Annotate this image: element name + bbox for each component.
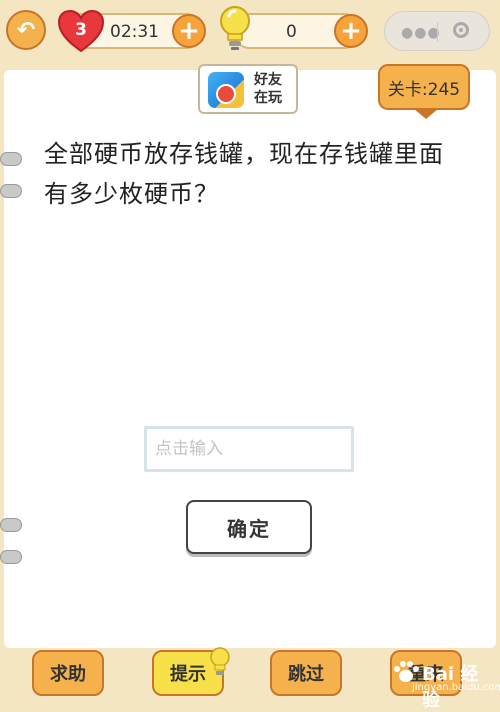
answer-input[interactable] bbox=[144, 426, 354, 472]
help-button[interactable]: 求助 bbox=[32, 650, 104, 696]
hint-count: 0 bbox=[286, 22, 297, 42]
timer: 02:31 bbox=[110, 22, 159, 42]
skip-button[interactable]: 跳过 bbox=[270, 650, 342, 696]
friends-playing-badge[interactable]: 好友 在玩 bbox=[198, 64, 298, 114]
baidu-jingyan-watermark: Bai 经验 jingyan.baidu.com bbox=[392, 654, 500, 711]
plus-icon: + bbox=[178, 16, 200, 46]
confirm-button[interactable]: 确定 bbox=[186, 500, 312, 554]
binder-ring bbox=[0, 152, 22, 166]
watermark-url: jingyan.baidu.com bbox=[412, 682, 500, 693]
miniprogram-capsule: ●●● bbox=[384, 11, 490, 51]
question-text: 全部硬币放存钱罐，现在存钱罐里面 有多少枚硬币？ bbox=[44, 134, 484, 214]
add-hints-button[interactable]: + bbox=[334, 14, 368, 48]
paw-icon bbox=[394, 661, 419, 682]
add-lives-button[interactable]: + bbox=[172, 14, 206, 48]
friends-label-line1: 好友 bbox=[254, 72, 282, 88]
question-line: 有多少枚硬币？ bbox=[44, 180, 219, 208]
lightbulb-icon bbox=[210, 647, 230, 675]
close-target-icon[interactable] bbox=[453, 22, 469, 38]
question-line: 全部硬币放存钱罐，现在存钱罐里面 bbox=[44, 140, 444, 168]
lives-count: 3 bbox=[75, 20, 87, 40]
friends-label-line2: 在玩 bbox=[254, 90, 282, 106]
level-badge: 关卡:245 bbox=[378, 64, 470, 119]
capsule-divider bbox=[437, 22, 438, 42]
back-button[interactable]: ↶ bbox=[6, 10, 46, 50]
binder-ring bbox=[0, 184, 22, 198]
lightbulb-icon bbox=[220, 6, 250, 50]
heart-icon: 3 bbox=[56, 8, 106, 54]
back-arrow-icon: ↶ bbox=[16, 17, 36, 43]
level-label: 关卡:245 bbox=[387, 79, 461, 100]
binder-ring bbox=[0, 518, 22, 532]
top-bar: ↶ 3 02:31 + 0 + ●●● bbox=[0, 0, 500, 66]
app-icon bbox=[208, 72, 244, 108]
friends-playing-label: 好友 在玩 bbox=[254, 71, 282, 107]
binder-ring bbox=[0, 550, 22, 564]
more-dots-icon[interactable]: ●●● bbox=[401, 25, 441, 41]
plus-icon: + bbox=[340, 16, 362, 46]
